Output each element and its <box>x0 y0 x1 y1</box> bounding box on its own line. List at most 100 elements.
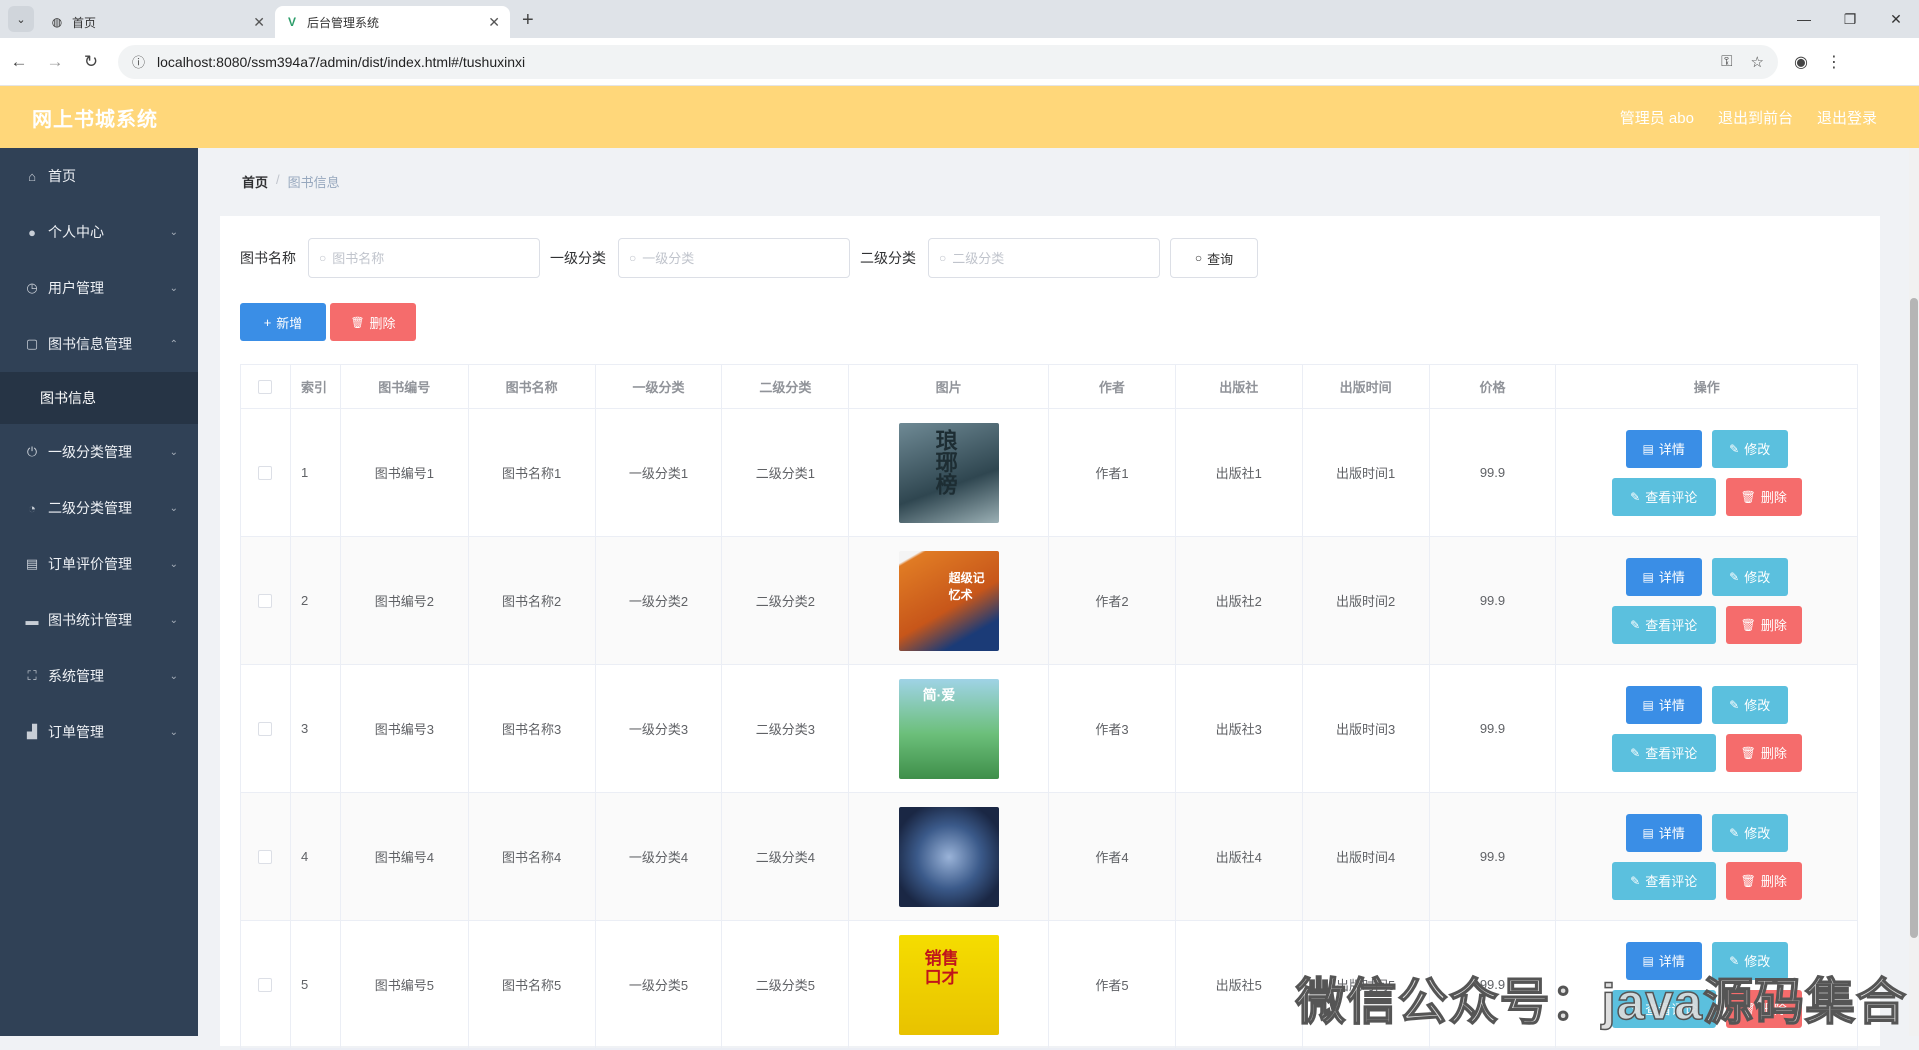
cell-image: 简·爱 <box>849 665 1049 792</box>
cell-category2: 二级分类2 <box>722 537 849 664</box>
comment-label: 查看评论 <box>1645 615 1697 634</box>
query-button[interactable]: ○ 查询 <box>1170 238 1258 278</box>
sidebar-item-home[interactable]: ⌂ 首页 <box>0 148 198 204</box>
batch-delete-button[interactable]: 🗑 删除 <box>330 303 416 341</box>
close-tab-icon[interactable]: ✕ <box>488 14 500 31</box>
view-comments-button[interactable]: ✎查看评论 <box>1612 734 1716 772</box>
table-body: 1 图书编号1 图书名称1 一级分类1 二级分类1 琅琊榜 作者1 出版社1 出… <box>241 409 1857 1049</box>
chevron-down-icon: ⌄ <box>170 615 178 626</box>
select-all-checkbox[interactable] <box>258 380 272 394</box>
sidebar-item-order-review[interactable]: ▤ 订单评价管理 ⌄ <box>0 536 198 592</box>
power-icon: ⏻ <box>24 444 40 460</box>
cell-name: 图书名称4 <box>469 793 596 920</box>
trash-icon: 🗑 <box>1741 618 1756 632</box>
profile-icon[interactable]: ◉ <box>1794 52 1808 72</box>
detail-button[interactable]: ▤详情 <box>1626 430 1702 468</box>
edit-label: 修改 <box>1744 567 1770 586</box>
pencil-icon: ✎ <box>1729 442 1739 456</box>
admin-user-link[interactable]: 管理员 abo <box>1620 107 1694 128</box>
edit-button[interactable]: ✎修改 <box>1712 558 1788 596</box>
edit-button[interactable]: ✎修改 <box>1712 814 1788 852</box>
row-checkbox[interactable] <box>258 850 272 864</box>
logout-link[interactable]: 退出登录 <box>1817 107 1877 128</box>
back-icon[interactable]: ← <box>2 45 36 79</box>
sidebar-item-book-info-mgmt[interactable]: ▢ 图书信息管理 ⌃ <box>0 316 198 372</box>
cell-price: 99.9 <box>1430 409 1557 536</box>
sidebar-item-users[interactable]: ◷ 用户管理 ⌄ <box>0 260 198 316</box>
sidebar-item-book-stats[interactable]: ▬ 图书统计管理 ⌄ <box>0 592 198 648</box>
book-name-field[interactable]: ○ <box>308 238 540 278</box>
delete-row-button[interactable]: 🗑删除 <box>1726 478 1802 516</box>
cell-category1: 一级分类5 <box>596 921 723 1048</box>
sidebar-item-category1[interactable]: ⏻ 一级分类管理 ⌄ <box>0 424 198 480</box>
view-comments-button[interactable]: ✎查看评论 <box>1612 478 1716 516</box>
category2-input[interactable] <box>952 251 1142 266</box>
book-name-input[interactable] <box>332 251 522 266</box>
row-checkbox[interactable] <box>258 722 272 736</box>
edit-label: 修改 <box>1744 695 1770 714</box>
sidebar-item-label: 首页 <box>48 166 76 186</box>
cell-author: 作者5 <box>1049 921 1176 1048</box>
cell-code: 图书编号2 <box>341 537 469 664</box>
sidebar-item-orders[interactable]: ▟ 订单管理 ⌄ <box>0 704 198 760</box>
cell-actions: ▤详情 ✎修改 ✎ 查看评论 🗑删除 <box>1556 537 1857 664</box>
tab-search-button[interactable]: ⌄ <box>8 6 34 32</box>
row-select-cell <box>241 409 291 536</box>
forward-icon[interactable]: → <box>38 45 72 79</box>
cell-category1: 一级分类4 <box>596 793 723 920</box>
star-icon[interactable]: ☆ <box>1751 53 1764 71</box>
page-scrollbar[interactable] <box>1909 148 1919 1036</box>
row-checkbox[interactable] <box>258 978 272 992</box>
sidebar-item-label: 订单评价管理 <box>48 554 132 574</box>
close-window-icon[interactable]: ✕ <box>1873 0 1919 38</box>
back-to-front-link[interactable]: 退出到前台 <box>1718 107 1793 128</box>
delete-row-button[interactable]: 🗑删除 <box>1726 734 1802 772</box>
site-info-icon[interactable]: ⓘ <box>132 52 145 71</box>
delete-row-button[interactable]: 🗑删除 <box>1726 606 1802 644</box>
view-comments-button[interactable]: ✎ 查看评论 <box>1612 606 1716 644</box>
cell-author: 作者4 <box>1049 793 1176 920</box>
restore-icon[interactable]: ❐ <box>1827 0 1873 38</box>
row-checkbox[interactable] <box>258 466 272 480</box>
row-checkbox[interactable] <box>258 594 272 608</box>
reload-icon[interactable]: ↻ <box>74 45 108 79</box>
minimize-icon[interactable]: — <box>1781 0 1827 38</box>
sidebar-item-profile[interactable]: ● 个人中心 ⌄ <box>0 204 198 260</box>
category1-input[interactable] <box>642 251 832 266</box>
breadcrumb-home[interactable]: 首页 <box>242 172 268 191</box>
cell-author: 作者3 <box>1049 665 1176 792</box>
menu-dots-icon[interactable]: ⋮ <box>1826 52 1842 72</box>
delete-row-button[interactable]: 🗑删除 <box>1726 862 1802 900</box>
category2-field[interactable]: ○ <box>928 238 1160 278</box>
key-icon[interactable]: ⚿ <box>1721 53 1732 71</box>
search-form: 图书名称 ○ 一级分类 ○ 二级分类 ○ ○ 查询 <box>240 238 1258 278</box>
detail-button[interactable]: ▤详情 <box>1626 686 1702 724</box>
close-tab-icon[interactable]: ✕ <box>253 14 265 31</box>
url-field[interactable]: ⓘ localhost:8080/ssm394a7/admin/dist/ind… <box>118 45 1778 79</box>
add-button[interactable]: + 新增 <box>240 303 326 341</box>
sidebar-subitem-book-info[interactable]: 图书信息 <box>0 372 198 424</box>
col-header-actions: 操作 <box>1556 365 1857 408</box>
edit-button[interactable]: ✎ 修改 <box>1712 430 1788 468</box>
browser-tab-1[interactable]: ◍ 首页 ✕ <box>40 6 275 38</box>
view-comments-button[interactable]: ✎查看评论 <box>1612 862 1716 900</box>
table-row: 2 图书编号2 图书名称2 一级分类2 二级分类2 超级记忆术 作者2 出版社2… <box>241 537 1857 665</box>
pencil-icon: ✎ <box>1630 618 1640 632</box>
sidebar-item-category2[interactable]: ◔ 二级分类管理 ⌄ <box>0 480 198 536</box>
cell-author: 作者1 <box>1049 409 1176 536</box>
cell-actions: ▤详情 ✎修改 ✎查看评论 🗑删除 <box>1556 665 1857 792</box>
scrollbar-thumb[interactable] <box>1910 298 1918 938</box>
edit-button[interactable]: ✎修改 <box>1712 686 1788 724</box>
browser-tab-2[interactable]: V 后台管理系统 ✕ <box>275 6 510 38</box>
edit-label: 修改 <box>1744 439 1770 458</box>
card-icon: ▬ <box>24 613 40 628</box>
book-cover-image <box>899 807 999 907</box>
cell-image <box>849 793 1049 920</box>
sidebar-item-system[interactable]: ⛶ 系统管理 ⌄ <box>0 648 198 704</box>
breadcrumb: 首页 / 图书信息 <box>242 172 340 191</box>
detail-button[interactable]: ▤详情 <box>1626 558 1702 596</box>
category1-field[interactable]: ○ <box>618 238 850 278</box>
new-tab-button[interactable]: + <box>522 9 534 32</box>
cell-publisher: 出版社1 <box>1176 409 1303 536</box>
detail-button[interactable]: ▤详情 <box>1626 814 1702 852</box>
